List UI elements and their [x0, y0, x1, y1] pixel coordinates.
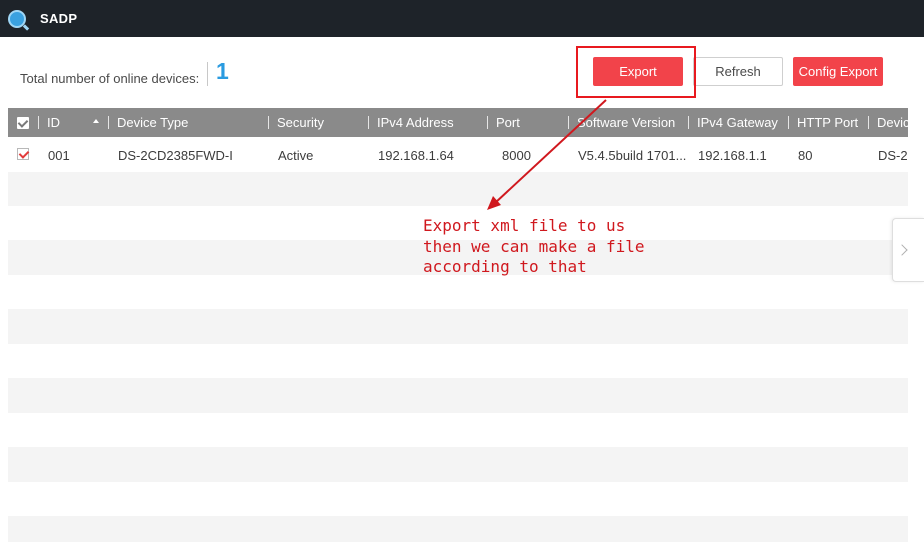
column-header-ipv4-gateway[interactable]: IPv4 Gateway — [697, 115, 778, 130]
column-header-ipv4-address[interactable]: IPv4 Address — [377, 115, 454, 130]
export-highlight-box — [576, 46, 696, 98]
side-panel-expand-tab[interactable] — [892, 218, 924, 282]
column-divider — [268, 116, 269, 129]
cell-http-port: 80 — [798, 148, 813, 163]
table-header: ID Device Type Security IPv4 Address Por… — [8, 108, 910, 137]
empty-row — [8, 516, 908, 542]
column-divider — [38, 116, 39, 129]
empty-row — [8, 172, 908, 207]
column-divider — [688, 116, 689, 129]
cell-port: 8000 — [502, 148, 531, 163]
empty-row — [8, 482, 908, 517]
column-header-device-serial[interactable]: Devic — [877, 115, 910, 130]
annotation-line: according to that — [423, 257, 587, 276]
app-title: SADP — [40, 11, 78, 26]
annotation-note: Export xml file to us then we can make a… — [423, 216, 645, 278]
sort-ascending-icon[interactable] — [93, 119, 99, 123]
sadp-window: SADP Total number of online devices: 1 E… — [0, 0, 924, 542]
cell-id: 001 — [48, 148, 70, 163]
select-all-checkbox[interactable] — [17, 117, 29, 129]
cell-security: Active — [278, 148, 314, 163]
empty-row — [8, 413, 908, 448]
config-export-button[interactable]: Config Export — [793, 57, 883, 86]
column-divider — [568, 116, 569, 129]
online-devices-label: Total number of online devices: — [20, 71, 200, 86]
online-devices-count: 1 — [216, 58, 229, 84]
column-header-software-version[interactable]: Software Version — [577, 115, 675, 130]
annotation-line: then we can make a file — [423, 236, 645, 256]
column-divider — [788, 116, 789, 129]
row-checkbox[interactable] — [17, 148, 29, 160]
divider — [207, 62, 208, 86]
title-bar: SADP — [0, 0, 924, 37]
empty-row — [8, 447, 908, 482]
column-header-id[interactable]: ID — [47, 115, 60, 130]
refresh-button[interactable]: Refresh — [693, 57, 783, 86]
column-header-http-port[interactable]: HTTP Port — [797, 115, 858, 130]
column-header-security[interactable]: Security — [277, 115, 324, 130]
column-divider — [368, 116, 369, 129]
cell-ipv4-address: 192.168.1.64 — [378, 148, 454, 163]
table-row[interactable]: 001 DS-2CD2385FWD-I Active 192.168.1.64 … — [8, 137, 908, 172]
annotation-line: Export xml file to us — [423, 216, 626, 235]
cell-ipv4-gateway: 192.168.1.1 — [698, 148, 767, 163]
column-divider — [868, 116, 869, 129]
sadp-logo-icon — [8, 10, 26, 28]
cell-software-version: V5.4.5build 1701... — [578, 148, 687, 163]
empty-row — [8, 378, 908, 413]
cell-device-type: DS-2CD2385FWD-I — [118, 148, 233, 163]
empty-row — [8, 309, 908, 344]
column-divider — [487, 116, 488, 129]
column-header-port[interactable]: Port — [496, 115, 520, 130]
empty-row — [8, 275, 908, 310]
column-divider — [108, 116, 109, 129]
column-header-device-type[interactable]: Device Type — [117, 115, 188, 130]
empty-row — [8, 344, 908, 379]
cell-device-serial: DS-2 — [878, 148, 908, 163]
